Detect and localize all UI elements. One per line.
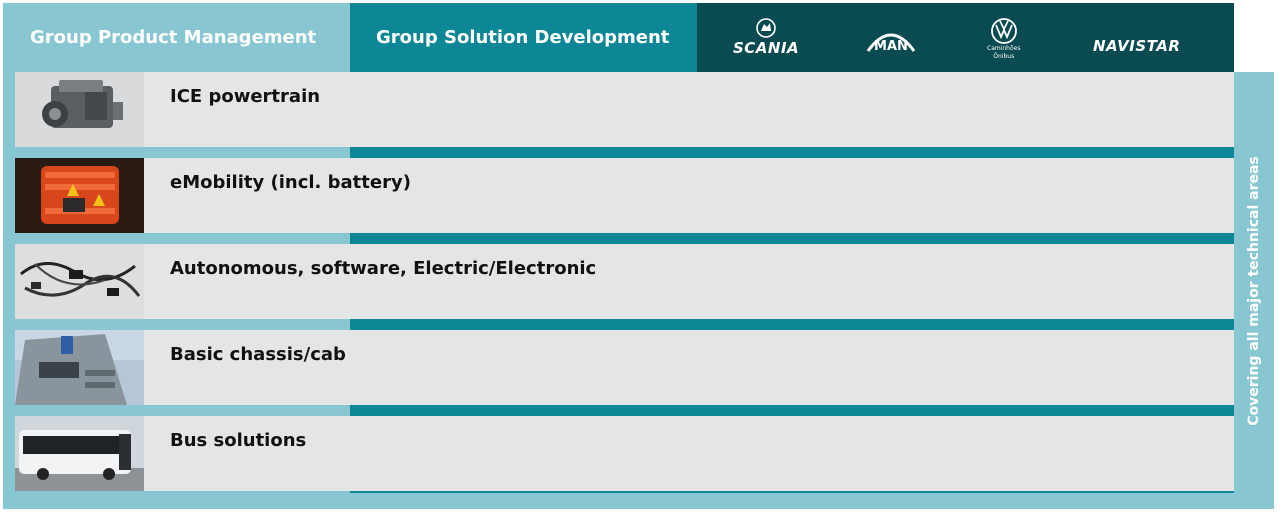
- vw-emblem-icon: [990, 18, 1017, 44]
- technical-area-row: Autonomous, software, Electric/Electroni…: [15, 244, 1234, 319]
- row-label-autonomous-software-ee: Autonomous, software, Electric/Electroni…: [170, 258, 597, 279]
- wiring-harness-photo: [15, 244, 144, 319]
- truck-cab-photo: [15, 330, 144, 405]
- technical-area-row: Basic chassis/cab: [15, 330, 1234, 405]
- vw-caminhoes-onibus-logo: Caminhões Ônibus: [987, 17, 1020, 61]
- bottom-band: [3, 493, 1274, 509]
- row-label-ice-powertrain: ICE powertrain: [170, 86, 321, 107]
- group-product-management-header: Group Product Management: [3, 3, 350, 72]
- vw-onibus-text: Ônibus: [993, 53, 1015, 60]
- row-label-basic-chassis-cab: Basic chassis/cab: [170, 344, 346, 365]
- navistar-logo: NAVISTAR: [1093, 37, 1180, 55]
- side-label: Covering all major technical areas: [1246, 155, 1262, 426]
- technical-area-row: eMobility (incl. battery): [15, 158, 1234, 233]
- group-solution-development-header: Group Solution Development: [350, 3, 697, 72]
- man-wordmark: MAN: [874, 39, 908, 53]
- vw-caminhoes-text: Caminhões: [987, 45, 1021, 52]
- brand-logos-bar: SCANIA MAN Caminhões Ônibus NAVISTAR: [697, 3, 1234, 72]
- man-lion-arc-icon: MAN: [866, 33, 916, 53]
- scania-griffin-icon: [756, 18, 776, 38]
- row-label-emobility: eMobility (incl. battery): [170, 172, 411, 193]
- technical-area-row: Bus solutions: [15, 416, 1234, 491]
- side-panel: Covering all major technical areas: [1234, 72, 1274, 509]
- engine-photo: [15, 72, 144, 147]
- group-product-management-label: Group Product Management: [30, 27, 317, 48]
- group-solution-development-label: Group Solution Development: [376, 27, 670, 48]
- navistar-wordmark: NAVISTAR: [1093, 37, 1181, 55]
- technical-area-row: ICE powertrain: [15, 72, 1234, 147]
- bus-photo: [15, 416, 144, 491]
- scania-logo: SCANIA: [733, 17, 799, 57]
- electric-motor-photo: [15, 158, 144, 233]
- scania-wordmark: SCANIA: [733, 39, 800, 57]
- row-label-bus-solutions: Bus solutions: [170, 430, 307, 451]
- man-logo: MAN: [865, 25, 917, 53]
- technical-areas-diagram: Group Product Management Group Solution …: [3, 3, 1274, 509]
